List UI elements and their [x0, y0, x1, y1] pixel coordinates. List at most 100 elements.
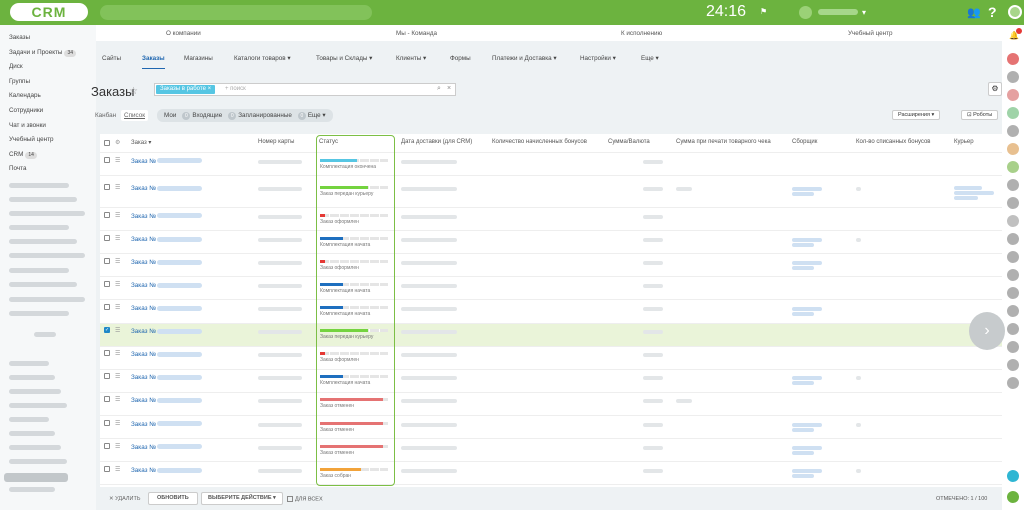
table-row[interactable]: ☰ Заказ № Комплектация начата [100, 301, 1002, 324]
table-row[interactable]: ☰ Заказ № Заказ отменен [100, 439, 1002, 463]
contact-avatar[interactable] [1007, 89, 1019, 101]
table-row[interactable]: ☰ Заказ № Комплектация начата [100, 370, 1002, 393]
sidebar-item[interactable]: Диск [9, 61, 23, 72]
user-name-blurred[interactable] [818, 9, 858, 15]
picker-link-blurred[interactable] [792, 427, 814, 432]
contact-avatar[interactable] [1007, 215, 1019, 227]
open-chat-icon[interactable] [1007, 470, 1019, 482]
sidebar-item-blurred[interactable] [9, 311, 69, 316]
filter-input[interactable]: + поиск [225, 86, 246, 92]
sidebar-item-blurred[interactable] [9, 389, 61, 394]
row-checkbox[interactable] [104, 373, 110, 380]
sidebar-item-blurred[interactable] [9, 197, 77, 202]
row-checkbox[interactable] [104, 234, 110, 241]
filter-preset[interactable]: 0 Еще ▾ [295, 109, 329, 122]
menu-icon[interactable]: ☰ [115, 443, 120, 450]
picker-link-blurred[interactable] [792, 237, 822, 242]
contact-avatar[interactable] [1007, 233, 1019, 245]
topmenu-training[interactable]: Учебный центр [848, 30, 893, 37]
table-row[interactable]: ☰ Заказ № Комплектация окончена [100, 153, 1002, 177]
contact-avatar[interactable] [1007, 53, 1019, 65]
sidebar-item-blurred[interactable] [9, 211, 85, 216]
filter-search-box[interactable]: Заказы в работе × + поиск ⌕ × [154, 83, 456, 96]
sidebar-item[interactable]: Почта [9, 163, 27, 174]
sidebar-item-blurred[interactable] [9, 403, 67, 408]
row-checkbox[interactable] [104, 350, 110, 357]
column-header[interactable]: Заказ ▾ [131, 139, 151, 146]
menu-icon[interactable]: ☰ [115, 466, 120, 473]
contact-avatar[interactable] [1007, 197, 1019, 209]
courier-link-blurred[interactable] [954, 186, 982, 191]
filter-chip[interactable]: Заказы в работе × [156, 85, 216, 94]
sidebar-item-blurred[interactable] [9, 253, 85, 258]
order-link[interactable]: Заказ № [131, 397, 203, 404]
column-header[interactable]: Кол-во списанных бонусов [856, 139, 930, 145]
sidebar-item-blurred[interactable] [9, 431, 55, 436]
search-icon[interactable]: ⌕ [437, 85, 441, 93]
order-link[interactable]: Заказ № [131, 374, 203, 381]
table-row[interactable]: ☰ Заказ № Заказ собран [100, 462, 1002, 486]
picker-link-blurred[interactable] [792, 422, 822, 427]
action-select[interactable]: ВЫБЕРИТЕ ДЕЙСТВИЕ ▾ [201, 492, 283, 505]
picker-link-blurred[interactable] [792, 260, 822, 265]
view-kanban[interactable]: Канбан [92, 110, 119, 121]
row-checkbox[interactable] [104, 184, 110, 191]
contact-avatar[interactable] [1007, 359, 1019, 371]
checkbox[interactable] [287, 496, 293, 502]
column-header[interactable]: Количество начисленных бонусов [492, 139, 587, 145]
courier-link-blurred[interactable] [954, 191, 994, 196]
column-header[interactable]: Сумма/Валюта [608, 139, 650, 145]
contact-avatar[interactable] [1007, 251, 1019, 263]
picker-link-blurred[interactable] [792, 376, 822, 381]
sidebar-item-blurred[interactable] [9, 487, 55, 492]
avatar[interactable] [799, 6, 812, 19]
table-row[interactable]: ✓ ☰ Заказ № Заказ передан курьеру [100, 323, 1002, 347]
sidebar-item[interactable]: Группы [9, 76, 30, 87]
order-link[interactable]: Заказ № [131, 305, 203, 312]
order-link[interactable]: Заказ № [131, 236, 203, 243]
menu-icon[interactable]: ☰ [115, 350, 120, 357]
select-all-checkbox[interactable] [104, 140, 110, 146]
delete-button[interactable]: ✕ УДАЛИТЬ [109, 496, 140, 502]
sidebar-item-blurred[interactable] [9, 297, 85, 302]
menu-icon[interactable]: ☰ [115, 235, 120, 242]
sidebar-item-blurred[interactable] [9, 239, 77, 244]
contact-avatar[interactable] [1007, 269, 1019, 281]
contact-avatar[interactable] [1007, 179, 1019, 191]
sidebar-item-blurred[interactable] [9, 375, 55, 380]
gear-icon[interactable]: ⚙ [115, 139, 120, 146]
gear-icon[interactable]: ⚙ [988, 82, 1002, 96]
order-link[interactable]: Заказ № [131, 185, 203, 192]
chevron-down-icon[interactable]: ▾ [862, 8, 866, 17]
sidebar-item-blurred[interactable] [9, 225, 69, 230]
sidebar-item-blurred[interactable] [9, 282, 77, 287]
contact-avatar[interactable] [1007, 287, 1019, 299]
contact-avatar[interactable] [1007, 143, 1019, 155]
picker-link-blurred[interactable] [792, 242, 814, 247]
sidebar-item-blurred[interactable] [9, 361, 49, 366]
close-icon[interactable]: × [447, 85, 451, 92]
status-icon[interactable] [1008, 5, 1022, 19]
row-checkbox[interactable] [104, 419, 110, 426]
sidebar-item-blurred[interactable] [9, 417, 49, 422]
table-row[interactable]: ☰ Заказ № Заказ отменен [100, 393, 1002, 416]
picker-link-blurred[interactable] [792, 312, 814, 317]
sidebar-settings-button[interactable] [4, 473, 68, 482]
menu-icon[interactable]: ☰ [115, 304, 120, 311]
picker-link-blurred[interactable] [792, 473, 814, 478]
sidebar-item[interactable]: Заказы [9, 32, 30, 43]
table-row[interactable]: ☰ Заказ № Заказ оформлен [100, 208, 1002, 232]
call-icon[interactable] [1007, 491, 1019, 503]
row-checkbox[interactable] [104, 442, 110, 449]
row-checkbox[interactable] [104, 156, 110, 163]
star-icon[interactable]: ☆ [129, 86, 138, 97]
contact-avatar[interactable] [1007, 161, 1019, 173]
column-header[interactable]: Статус [319, 139, 338, 145]
picker-link-blurred[interactable] [792, 187, 822, 192]
picker-link-blurred[interactable] [792, 265, 814, 270]
picker-link-blurred[interactable] [792, 381, 814, 386]
menu-icon[interactable]: ☰ [115, 373, 120, 380]
help-icon[interactable]: ? [988, 4, 997, 20]
team-icon[interactable]: 👥 [967, 6, 981, 19]
contact-avatar[interactable] [1007, 71, 1019, 83]
